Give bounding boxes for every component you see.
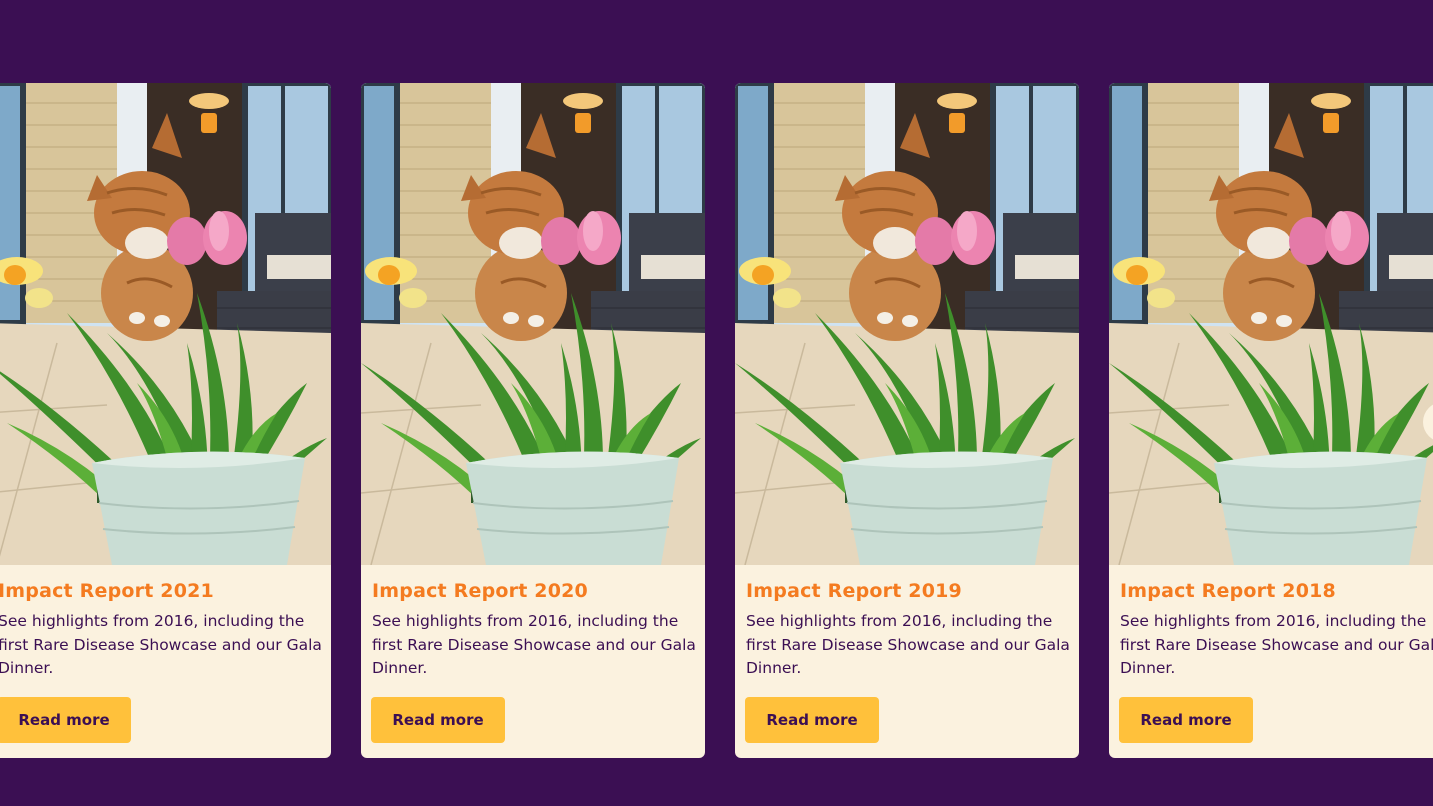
report-card-2021: Impact Report 2021 See highlights from 2… [0,83,331,758]
cat-tulips-photo [361,83,705,565]
cat-tulips-photo [1109,83,1433,565]
card-description: See highlights from 2016, including the … [1120,612,1433,677]
report-card-2019: Impact Report 2019 See highlights from 2… [735,83,1079,758]
read-more-button[interactable]: Read more [1119,697,1253,743]
card-title: Impact Report 2018 [1120,580,1336,602]
impact-reports-carousel: Impact Report 2021 See highlights from 2… [0,0,1433,806]
card-title: Impact Report 2020 [372,580,588,602]
read-more-button[interactable]: Read more [371,697,505,743]
card-description: See highlights from 2016, including the … [372,612,696,677]
report-card-2018: Impact Report 2018 See highlights from 2… [1109,83,1433,758]
card-title: Impact Report 2021 [0,580,214,602]
report-card-2020: Impact Report 2020 See highlights from 2… [361,83,705,758]
read-more-button[interactable]: Read more [0,697,131,743]
cat-tulips-photo [735,83,1079,565]
card-description: See highlights from 2016, including the … [0,612,322,677]
cat-tulips-photo [0,83,331,565]
card-description: See highlights from 2016, including the … [746,612,1070,677]
card-title: Impact Report 2019 [746,580,962,602]
read-more-button[interactable]: Read more [745,697,879,743]
